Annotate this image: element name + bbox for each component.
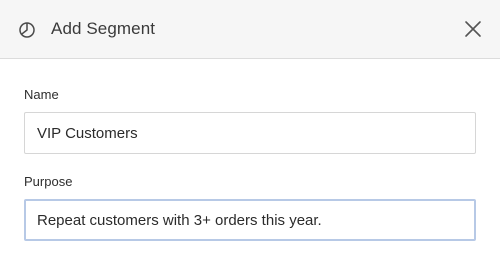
add-segment-dialog: Add Segment Name Purpose <box>0 0 500 280</box>
pie-chart-icon <box>18 21 36 39</box>
name-label: Name <box>24 87 59 102</box>
purpose-label: Purpose <box>24 174 73 189</box>
dialog-header: Add Segment <box>0 0 500 59</box>
close-icon <box>465 21 481 37</box>
dialog-title: Add Segment <box>51 19 156 38</box>
name-input[interactable] <box>24 112 476 154</box>
purpose-input[interactable] <box>24 199 476 241</box>
close-button[interactable] <box>464 20 482 38</box>
